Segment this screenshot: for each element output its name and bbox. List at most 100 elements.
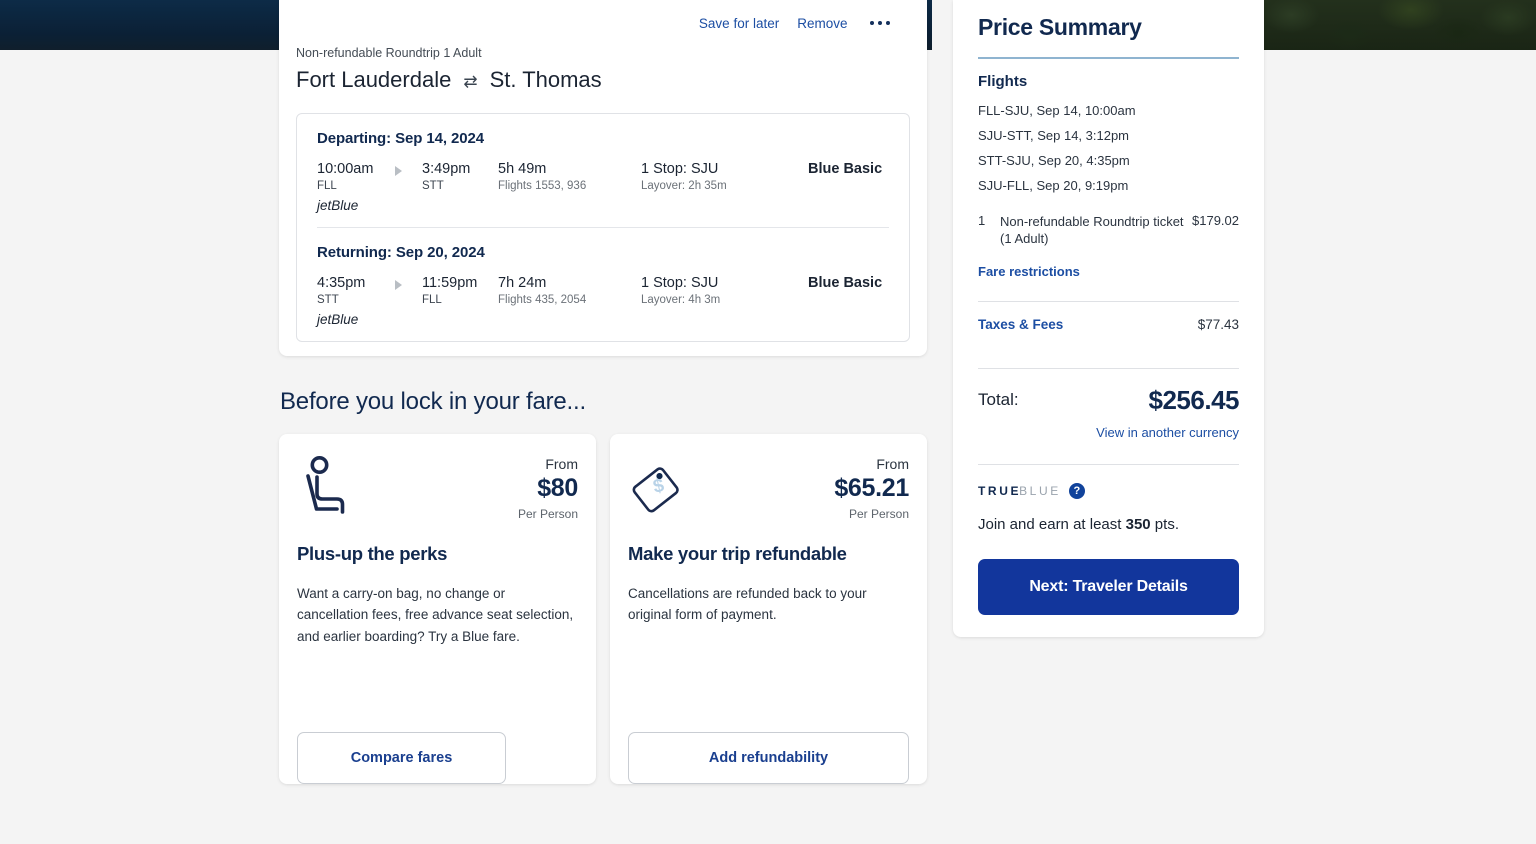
leg-duration: 7h 24m xyxy=(498,275,641,291)
dot xyxy=(870,21,875,26)
join-suffix: pts. xyxy=(1151,516,1179,533)
dot xyxy=(886,21,891,26)
departure-time: 10:00am xyxy=(317,161,395,177)
svg-text:$: $ xyxy=(651,475,666,498)
trueblue-word-true: TRUE xyxy=(978,484,1021,498)
remove-link[interactable]: Remove xyxy=(797,16,847,31)
flight-leg-returning: Returning: Sep 20, 2024 4:35pm STT 11:59… xyxy=(317,244,889,327)
view-another-currency-link[interactable]: View in another currency xyxy=(1096,425,1239,440)
flight-numbers: Flights 435, 2054 xyxy=(498,294,641,306)
fare-brand: Blue Basic xyxy=(808,161,889,177)
upsell-card-title: Plus-up the perks xyxy=(297,543,578,565)
flight-numbers: Flights 1553, 936 xyxy=(498,180,641,192)
upsell-section-title: Before you lock in your fare... xyxy=(280,388,927,416)
compare-fares-button[interactable]: Compare fares xyxy=(297,732,506,784)
flight-summary-line: SJU-FLL, Sep 20, 9:19pm xyxy=(978,174,1239,199)
total-amount: $256.45 xyxy=(1149,385,1239,416)
layover-duration: Layover: 4h 3m xyxy=(641,294,808,306)
trueblue-join-text: Join and earn at least 350 pts. xyxy=(978,516,1239,533)
leg-row: 4:35pm STT 11:59pm FLL 7h 24m Flights xyxy=(317,275,889,306)
flight-summary-line: FLL-SJU, Sep 14, 10:00am xyxy=(978,99,1239,124)
airline-logo: jetBlue xyxy=(317,312,889,327)
title-accent-rule xyxy=(978,57,1239,59)
upsell-card-header: From $80 Per Person xyxy=(297,454,578,521)
departure-airport: STT xyxy=(317,294,395,306)
airline-logo: jetBlue xyxy=(317,198,889,213)
route-header: Fort Lauderdale ⇄ St. Thomas xyxy=(296,67,910,93)
duration-block: 7h 24m Flights 435, 2054 xyxy=(498,275,641,306)
upsell-cards: From $80 Per Person Plus-up the perks Wa… xyxy=(279,434,927,784)
price-from-label: From xyxy=(518,456,578,472)
price-per-label: Per Person xyxy=(518,507,578,521)
add-refundability-button[interactable]: Add refundability xyxy=(628,732,909,784)
more-options-icon[interactable] xyxy=(870,17,891,30)
upsell-price: From $65.21 Per Person xyxy=(834,454,909,521)
airline-seat-icon xyxy=(297,454,359,518)
arrival-block: 11:59pm FLL xyxy=(422,275,498,306)
stops-count: 1 Stop: SJU xyxy=(641,161,808,177)
price-amount: $65.21 xyxy=(834,474,909,503)
stops-count: 1 Stop: SJU xyxy=(641,275,808,291)
join-prefix: Join and earn at least xyxy=(978,516,1126,533)
price-summary-panel: Price Summary Flights FLL-SJU, Sep 14, 1… xyxy=(953,0,1264,637)
upsell-price: From $80 Per Person xyxy=(518,454,578,521)
dot xyxy=(878,21,883,26)
leg-heading: Returning: Sep 20, 2024 xyxy=(317,244,889,261)
stops-block: 1 Stop: SJU Layover: 4h 3m xyxy=(641,275,808,306)
next-traveler-details-button[interactable]: Next: Traveler Details xyxy=(978,559,1239,615)
upsell-card-perks: From $80 Per Person Plus-up the perks Wa… xyxy=(279,434,596,784)
leg-duration: 5h 49m xyxy=(498,161,641,177)
stops-block: 1 Stop: SJU Layover: 2h 35m xyxy=(641,161,808,192)
price-tag-icon: $ xyxy=(628,454,690,518)
arrival-time: 11:59pm xyxy=(422,275,498,291)
price-amount: $80 xyxy=(518,474,578,503)
help-icon[interactable]: ? xyxy=(1069,483,1085,499)
departure-block: 4:35pm STT xyxy=(317,275,395,306)
left-column: Save for later Remove Non-refundable Rou… xyxy=(279,0,927,784)
layover-duration: Layover: 2h 35m xyxy=(641,180,808,192)
total-row: Total: $256.45 xyxy=(978,385,1239,416)
trueblue-word-blue: BLUE xyxy=(1019,484,1061,498)
fare-brand: Blue Basic xyxy=(808,275,889,291)
arrival-block: 3:49pm STT xyxy=(422,161,498,192)
join-points: 350 xyxy=(1126,516,1151,533)
swap-icon: ⇄ xyxy=(463,73,477,90)
ticket-line-item: 1 Non-refundable Roundtrip ticket (1 Adu… xyxy=(978,213,1239,248)
arrival-time: 3:49pm xyxy=(422,161,498,177)
fare-brand-block: Blue Basic xyxy=(808,275,889,291)
trueblue-logo: TRUE BLUE ? xyxy=(978,483,1239,499)
leg-arrow-icon xyxy=(395,161,422,176)
taxes-fees-link[interactable]: Taxes & Fees xyxy=(978,317,1063,332)
trueblue-block: TRUE BLUE ? Join and earn at least 350 p… xyxy=(978,465,1239,533)
leg-row: 10:00am FLL 3:49pm STT 5h 49m Flights xyxy=(317,161,889,192)
itinerary-card: Save for later Remove Non-refundable Rou… xyxy=(279,0,927,356)
upsell-card-refundable: $ From $65.21 Per Person Make your trip … xyxy=(610,434,927,784)
destination-city: St. Thomas xyxy=(490,67,602,93)
departure-time: 4:35pm xyxy=(317,275,395,291)
arrival-airport: STT xyxy=(422,180,498,192)
itinerary-actions: Save for later Remove xyxy=(296,0,910,46)
currency-link-wrap: View in another currency xyxy=(978,424,1239,442)
ticket-description: Non-refundable Roundtrip ticket (1 Adult… xyxy=(1000,213,1192,248)
flights-heading: Flights xyxy=(978,73,1239,90)
upsell-card-body: Cancellations are refunded back to your … xyxy=(628,583,909,626)
fare-brand-block: Blue Basic xyxy=(808,161,889,177)
price-per-label: Per Person xyxy=(834,507,909,521)
flight-legs-box: Departing: Sep 14, 2024 10:00am FLL 3:49… xyxy=(296,113,910,342)
departure-airport: FLL xyxy=(317,180,395,192)
fare-type-label: Non-refundable Roundtrip 1 Adult xyxy=(296,46,910,60)
fare-restrictions-link[interactable]: Fare restrictions xyxy=(978,264,1080,279)
upsell-card-body: Want a carry-on bag, no change or cancel… xyxy=(297,583,578,647)
taxes-fees-amount: $77.43 xyxy=(1198,317,1239,332)
duration-block: 5h 49m Flights 1553, 936 xyxy=(498,161,641,192)
leg-arrow-icon xyxy=(395,275,422,290)
save-for-later-link[interactable]: Save for later xyxy=(699,16,779,31)
departure-block: 10:00am FLL xyxy=(317,161,395,192)
origin-city: Fort Lauderdale xyxy=(296,67,451,93)
ticket-amount: $179.02 xyxy=(1192,213,1239,248)
flight-leg-departing: Departing: Sep 14, 2024 10:00am FLL 3:49… xyxy=(317,130,889,213)
leg-divider xyxy=(317,227,889,228)
upsell-card-header: $ From $65.21 Per Person xyxy=(628,454,909,521)
total-block: Total: $256.45 View in another currency xyxy=(978,369,1239,442)
flight-summary-line: SJU-STT, Sep 14, 3:12pm xyxy=(978,124,1239,149)
